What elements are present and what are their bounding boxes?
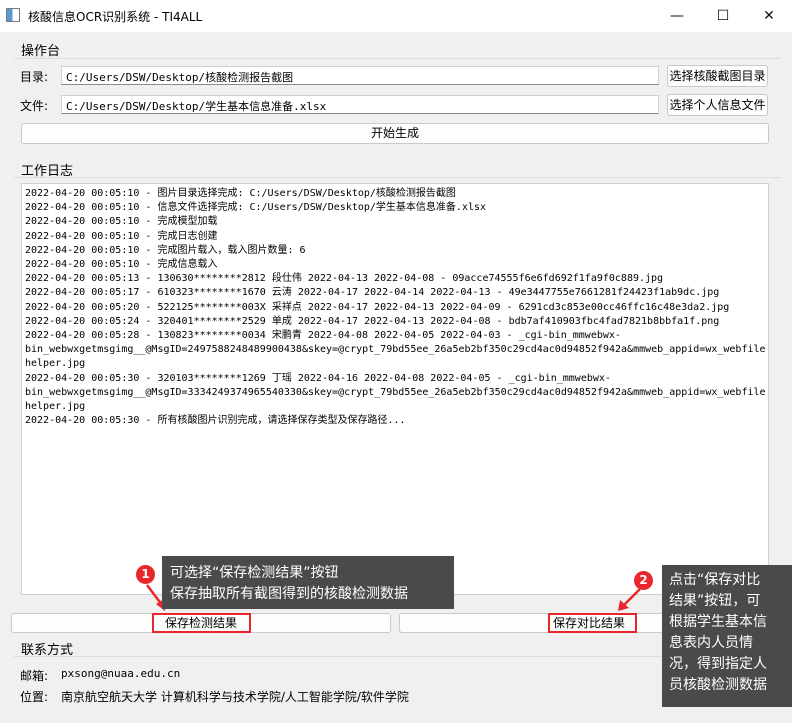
callout-two-line: 结果”按钮，可 <box>669 593 761 609</box>
callout-two-line: 况，得到指定人 <box>669 656 767 672</box>
step-one-badge: 1 <box>136 565 155 584</box>
callout-one-line: 可选择“保存检测结果”按钮 <box>170 565 339 581</box>
callout-one: 可选择“保存检测结果”按钮 保存抽取所有截图得到的核酸检测数据 <box>162 556 454 609</box>
callout-two: 点击“保存对比 结果”按钮，可 根据学生基本信 息表内人员情 况，得到指定人 员… <box>662 565 792 707</box>
callout-two-line: 息表内人员情 <box>669 635 753 651</box>
callout-two-line: 点击“保存对比 <box>669 572 761 588</box>
arrow-two <box>623 588 641 606</box>
callout-two-line: 员核酸检测数据 <box>669 677 767 693</box>
callout-one-line: 保存抽取所有截图得到的核酸检测数据 <box>170 586 408 602</box>
callout-two-line: 根据学生基本信 <box>669 614 767 630</box>
step-two-badge: 2 <box>634 571 653 590</box>
